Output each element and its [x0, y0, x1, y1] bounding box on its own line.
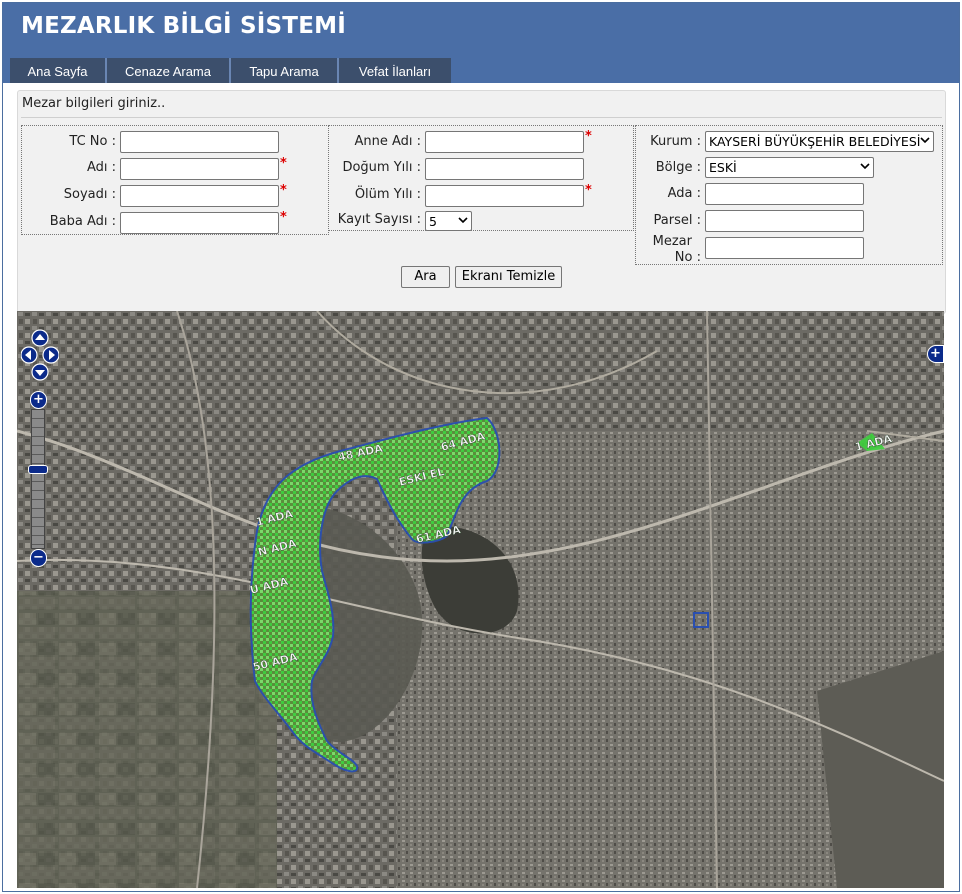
search-panel: Mezar bilgileri giriniz.. TC No : Adı : …: [17, 90, 946, 314]
required-mark: *: [280, 156, 287, 171]
kayit-value: 5: [429, 214, 437, 229]
kurum-value: KAYSERİ BÜYÜKŞEHİR BELEDİYESİ: [709, 134, 921, 149]
tc-label: TC No :: [69, 134, 116, 149]
search-button[interactable]: Ara: [401, 266, 450, 288]
app-title: MEZARLIK BİLGİ SİSTEMİ: [21, 13, 346, 39]
pan-left-icon[interactable]: [21, 346, 38, 364]
chevron-down-icon: [920, 137, 930, 144]
mezar-no-input[interactable]: [705, 237, 864, 259]
tab-tapu-arama[interactable]: Tapu Arama: [231, 58, 339, 83]
ada-input[interactable]: [705, 183, 864, 205]
parsel-label: Parsel :: [653, 213, 701, 228]
zoom-slider-handle[interactable]: [28, 465, 48, 474]
baba-label: Baba Adı :: [49, 214, 116, 229]
baba-input[interactable]: [120, 212, 279, 234]
required-mark: *: [280, 183, 287, 198]
anne-label: Anne Adı :: [354, 134, 421, 149]
tab-vefat-ilanlari[interactable]: Vefat İlanları: [339, 58, 451, 83]
pan-right-icon[interactable]: [42, 346, 59, 364]
olum-input[interactable]: [425, 185, 584, 207]
soyadi-label: Soyadı :: [63, 187, 116, 202]
olum-label: Ölüm Yılı :: [354, 187, 421, 202]
bolge-select[interactable]: ESKİ: [705, 157, 874, 178]
tab-cenaze-arama[interactable]: Cenaze Arama: [107, 58, 231, 83]
required-mark: *: [585, 183, 592, 198]
layer-switcher-button[interactable]: +: [927, 345, 944, 363]
main-nav: Ana Sayfa Cenaze Arama Tapu Arama Vefat …: [10, 58, 451, 83]
bolge-label: Bölge :: [655, 160, 701, 175]
map-view[interactable]: 48 ADA 64 ADA ESKİ EL 61 ADA 1 ADA N ADA…: [17, 311, 944, 888]
required-mark: *: [280, 210, 287, 225]
bolge-value: ESKİ: [709, 160, 737, 175]
anne-input[interactable]: [425, 131, 584, 153]
kayit-select[interactable]: 5: [425, 211, 472, 231]
kurum-label: Kurum :: [650, 134, 701, 149]
zoom-out-button[interactable]: −: [30, 549, 47, 567]
chevron-down-icon: [458, 217, 468, 224]
tc-input[interactable]: [120, 131, 279, 153]
adi-input[interactable]: [120, 158, 279, 180]
app-header: MEZARLIK BİLGİ SİSTEMİ Ana Sayfa Cenaze …: [3, 3, 959, 83]
mezar-no-label: No :: [674, 250, 701, 265]
ada-label: Ada :: [667, 186, 701, 201]
divider: [21, 117, 942, 118]
kayit-label: Kayıt Sayısı :: [337, 212, 421, 227]
person-fields-box: TC No : Adı : * Soyadı : * Baba Adı : *: [21, 125, 329, 235]
satellite-imagery: 48 ADA 64 ADA ESKİ EL 61 ADA 1 ADA N ADA…: [17, 311, 944, 888]
dogum-input[interactable]: [425, 158, 584, 180]
kurum-select[interactable]: KAYSERİ BÜYÜKŞEHİR BELEDİYESİ: [705, 131, 934, 152]
date-fields-box: Anne Adı : * Doğum Yılı : Ölüm Yılı : * …: [328, 125, 634, 231]
dogum-label: Doğum Yılı :: [342, 160, 421, 175]
clear-button[interactable]: Ekranı Temizle: [455, 266, 562, 288]
required-mark: *: [585, 129, 592, 144]
tab-ana-sayfa[interactable]: Ana Sayfa: [10, 58, 107, 83]
chevron-down-icon: [860, 163, 870, 170]
pan-down-icon[interactable]: [31, 363, 49, 381]
info-text: Mezar bilgileri giriniz..: [22, 96, 166, 111]
adi-label: Adı :: [86, 160, 116, 175]
zoom-in-button[interactable]: +: [30, 391, 47, 409]
location-fields-box: Kurum : KAYSERİ BÜYÜKŞEHİR BELEDİYESİ Bö…: [635, 125, 943, 265]
pan-up-icon[interactable]: [31, 329, 49, 347]
page-frame: MEZARLIK BİLGİ SİSTEMİ Ana Sayfa Cenaze …: [2, 2, 960, 892]
zoom-slider-track[interactable]: [31, 409, 45, 549]
pan-control: [21, 329, 59, 381]
mezar-label: Mezar: [652, 234, 692, 249]
soyadi-input[interactable]: [120, 185, 279, 207]
parsel-input[interactable]: [705, 210, 864, 232]
